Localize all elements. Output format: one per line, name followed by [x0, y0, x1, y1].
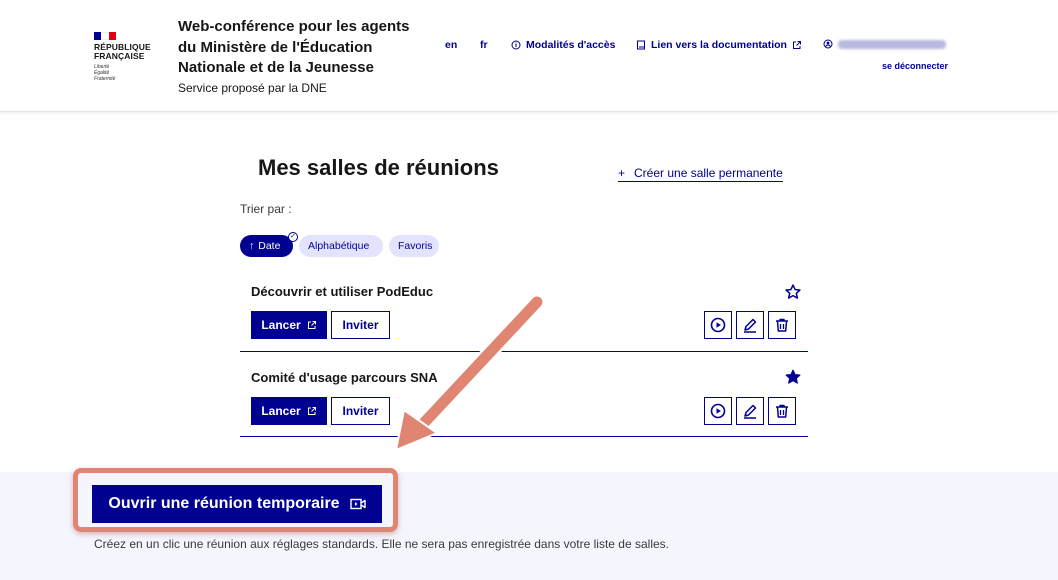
plus-icon: +	[618, 166, 626, 180]
user-name-blurred	[838, 39, 946, 49]
service-subtitle: Service proposé par la DNE	[178, 80, 327, 95]
logout-link[interactable]: se déconnecter	[882, 61, 948, 71]
play-circle-icon	[710, 403, 726, 419]
logo-title-2: FRANÇAISE	[94, 51, 145, 61]
arrow-up-icon: ↑	[249, 240, 255, 252]
temporary-meeting-description: Créez en un clic une réunion aux réglage…	[94, 537, 669, 551]
delete-button[interactable]	[768, 311, 796, 339]
delete-button[interactable]	[768, 397, 796, 425]
play-button[interactable]	[704, 397, 732, 425]
trash-icon	[776, 318, 788, 332]
launch-label: Lancer	[261, 318, 301, 332]
invite-button[interactable]: Inviter	[331, 397, 390, 425]
logo-motto-3: Fraternité	[94, 76, 116, 82]
room-separator	[240, 351, 808, 352]
book-icon	[637, 40, 645, 50]
info-icon	[511, 40, 521, 50]
service-title[interactable]: Web-conférence pour les agents du Minist…	[178, 17, 428, 79]
external-link-icon	[307, 321, 316, 329]
invite-label: Inviter	[342, 404, 379, 418]
user-icon	[823, 39, 833, 49]
external-link-icon	[307, 407, 316, 415]
sort-label: Trier par :	[240, 202, 292, 216]
republique-logo[interactable]: RÉPUBLIQUE FRANÇAISE Liberté Égalité Fra…	[94, 32, 154, 82]
header: RÉPUBLIQUE FRANÇAISE Liberté Égalité Fra…	[0, 0, 1058, 112]
sort-alpha-label: Alphabétique	[308, 240, 370, 252]
pencil-icon	[744, 404, 757, 419]
service-block: Web-conférence pour les agents du Minist…	[178, 17, 428, 97]
play-circle-icon	[710, 317, 726, 333]
lang-en-label: en	[445, 39, 458, 51]
play-button[interactable]	[704, 311, 732, 339]
sort-date-chip[interactable]: ↑ Date	[240, 235, 293, 257]
launch-label: Lancer	[261, 404, 301, 418]
create-room-link[interactable]: + Créer une salle permanente	[618, 166, 783, 182]
launch-button[interactable]: Lancer	[251, 311, 327, 339]
sort-date-label: Date	[258, 240, 281, 252]
lang-fr-link[interactable]: fr	[480, 39, 488, 51]
documentation-label: Lien vers la documentation	[651, 39, 787, 51]
sort-alpha-chip[interactable]: Alphabétique	[299, 235, 383, 257]
launch-button[interactable]: Lancer	[251, 397, 327, 425]
page-title: Mes salles de réunions	[258, 155, 499, 180]
star-filled-icon[interactable]	[784, 368, 802, 386]
open-temporary-meeting-button[interactable]: Ouvrir une réunion temporaire	[92, 485, 382, 523]
trash-icon	[776, 404, 788, 418]
invite-button[interactable]: Inviter	[331, 311, 390, 339]
invite-label: Inviter	[342, 318, 379, 332]
user-account[interactable]	[823, 39, 946, 49]
check-icon: ✓	[288, 232, 298, 242]
create-room-label: Créer une salle permanente	[634, 166, 783, 180]
room-name: Découvrir et utiliser PodEduc	[251, 284, 434, 299]
flag-icon	[94, 32, 116, 40]
access-link[interactable]: Modalités d'accès	[511, 39, 615, 51]
room-name: Comité d'usage parcours SNA	[251, 370, 438, 385]
access-label: Modalités d'accès	[526, 39, 616, 51]
star-outline-icon[interactable]	[784, 283, 802, 301]
pencil-icon	[744, 318, 757, 333]
video-camera-icon	[349, 498, 366, 510]
sort-favorites-chip[interactable]: Favoris	[389, 235, 439, 257]
edit-button[interactable]	[736, 311, 764, 339]
lang-fr-label: fr	[480, 39, 488, 51]
external-link-icon	[792, 41, 801, 49]
documentation-link[interactable]: Lien vers la documentation	[636, 39, 802, 51]
temporary-meeting-label: Ouvrir une réunion temporaire	[108, 495, 340, 512]
edit-button[interactable]	[736, 397, 764, 425]
room-separator	[240, 436, 808, 437]
lang-en-link[interactable]: en	[445, 39, 457, 51]
sort-favorites-label: Favoris	[398, 240, 433, 252]
